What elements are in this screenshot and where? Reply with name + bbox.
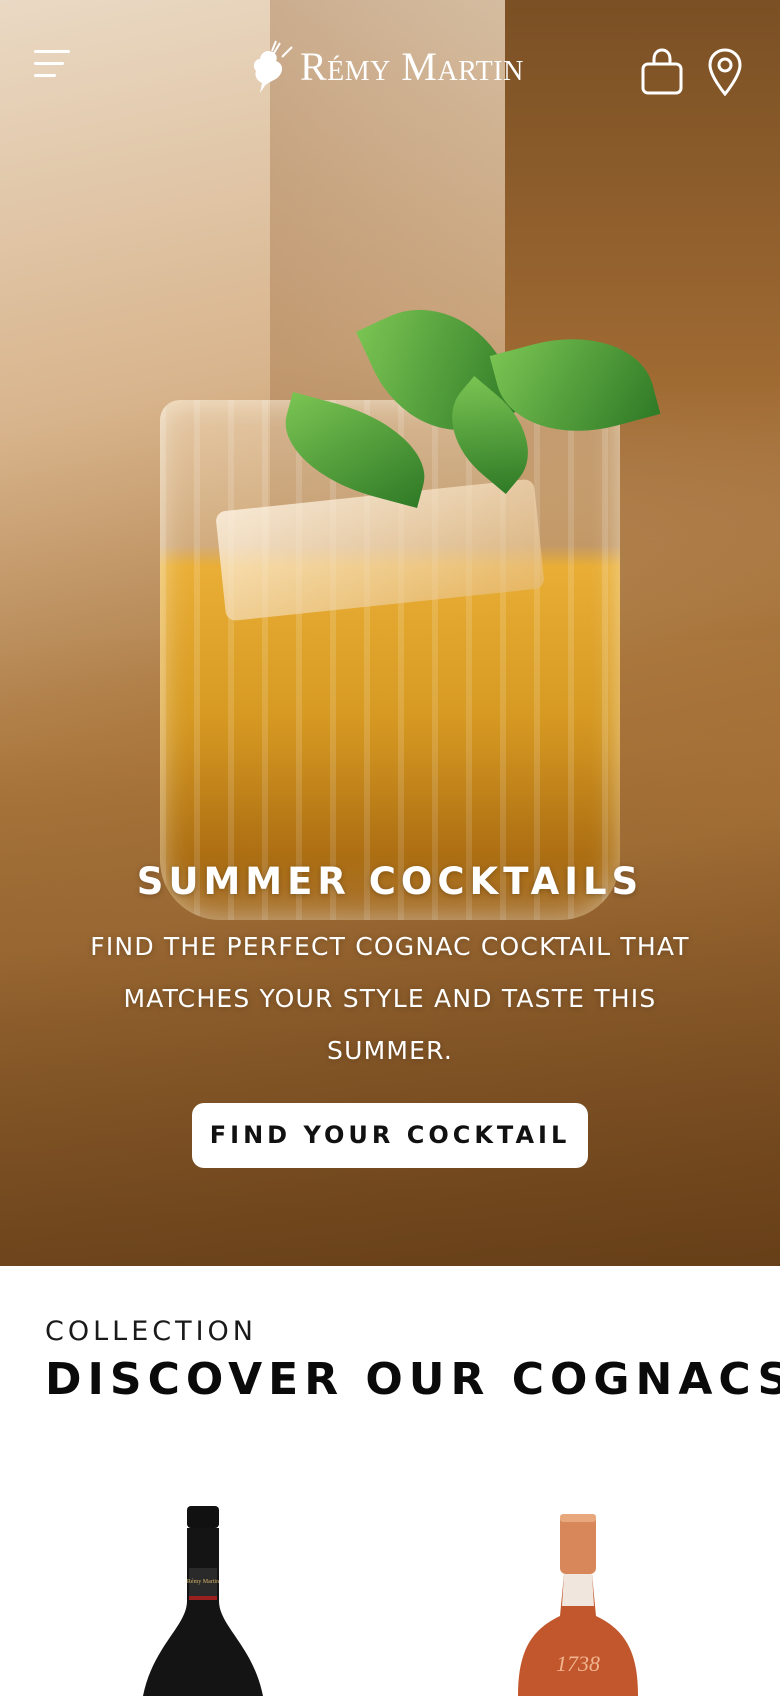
- collection-section: COLLECTION DISCOVER OUR COGNACS Rémy Mar…: [0, 1266, 780, 1696]
- section-eyebrow: COLLECTION: [45, 1316, 258, 1347]
- site-header: Rémy Martin: [0, 0, 780, 150]
- hero-title: SUMMER COCKTAILS: [136, 860, 644, 903]
- hero-content: SUMMER COCKTAILS FIND THE PERFECT COGNAC…: [0, 860, 780, 1168]
- product-card[interactable]: 1738: [478, 1506, 678, 1696]
- cognac-bottle-image: 1738: [518, 1514, 638, 1696]
- hero-subtitle: FIND THE PERFECT COGNAC COCKTAIL THAT MA…: [90, 932, 690, 1065]
- find-your-cocktail-button[interactable]: FIND YOUR COCKTAIL: [192, 1103, 588, 1168]
- menu-line: [34, 62, 64, 65]
- bottle-label: 1738: [556, 1651, 600, 1676]
- location-pin-icon[interactable]: [707, 48, 743, 96]
- cognac-bottle-image: Rémy Martin: [143, 1506, 263, 1696]
- section-title: DISCOVER OUR COGNACS: [45, 1354, 780, 1405]
- menu-line: [34, 50, 70, 53]
- centaur-logo-icon: [253, 40, 293, 93]
- bottle-label: Rémy Martin: [187, 1579, 219, 1585]
- hamburger-menu-icon[interactable]: [34, 48, 74, 80]
- brand-name: Rémy Martin: [300, 43, 524, 89]
- product-card[interactable]: Rémy Martin: [103, 1506, 303, 1696]
- brand-logo[interactable]: Rémy Martin: [246, 36, 524, 96]
- menu-line: [34, 74, 56, 77]
- hero-banner: Rémy Martin SUMMER COCKTAILS FIND THE PE…: [0, 0, 780, 1266]
- shopping-bag-icon[interactable]: [640, 48, 684, 96]
